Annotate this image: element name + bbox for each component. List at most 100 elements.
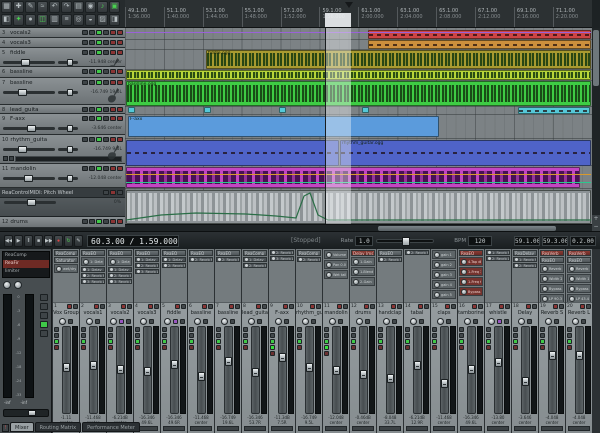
track-panel[interactable]: 3 vocals2	[0, 28, 125, 38]
solo-button[interactable]	[117, 50, 123, 55]
pan-slider[interactable]	[58, 61, 78, 64]
strip-track-name[interactable]: Reverb L	[566, 310, 592, 317]
input-fx-button[interactable]	[324, 345, 329, 350]
env-button[interactable]	[297, 327, 302, 332]
input-arm-button[interactable]	[9, 156, 14, 161]
width-button[interactable]	[392, 319, 397, 324]
monitor-button[interactable]	[316, 304, 321, 309]
settings-icon[interactable]: ◨	[109, 14, 120, 26]
fx-enable-button[interactable]	[405, 339, 410, 344]
io-button[interactable]	[540, 333, 545, 338]
monitor-button[interactable]	[478, 304, 483, 309]
io-button[interactable]	[297, 333, 302, 338]
monitor-button[interactable]	[424, 304, 429, 309]
io-button[interactable]	[243, 333, 248, 338]
media-item[interactable]	[128, 107, 135, 113]
fx-param-knob[interactable]: Reverb 468ms	[567, 264, 591, 273]
phase-button[interactable]	[103, 137, 109, 142]
master-solo-button[interactable]	[40, 303, 48, 310]
marker-icon[interactable]: ◒	[85, 14, 96, 26]
fx-enable-button[interactable]	[378, 339, 383, 344]
fader-thumb[interactable]	[198, 372, 205, 381]
io-bar[interactable]	[244, 426, 266, 431]
env-button[interactable]	[432, 327, 437, 332]
mute-button[interactable]	[110, 219, 116, 224]
master-fader-thumb[interactable]	[28, 410, 36, 416]
phase-button[interactable]	[103, 69, 109, 74]
width-button[interactable]	[95, 319, 100, 324]
track-panel[interactable]: 7 bassline	[0, 78, 125, 105]
fx-slot[interactable]: ReaComp	[243, 250, 267, 256]
strip-track-name[interactable]: vocals3	[134, 310, 160, 317]
docker-icon[interactable]: ◧	[1, 14, 12, 26]
fx-param-knob[interactable]: 1-Blend -26.4	[351, 267, 375, 276]
io-button[interactable]	[82, 40, 88, 45]
pan-thumb[interactable]	[67, 125, 73, 132]
fx-enable-button[interactable]	[297, 339, 302, 344]
fx-param-knob[interactable]: 1-Freq 36	[459, 267, 483, 276]
env-button[interactable]	[567, 327, 572, 332]
strip-track-name[interactable]: Delay	[512, 310, 538, 317]
track-panel[interactable]: 5 fiddle	[0, 48, 125, 67]
env-button[interactable]	[243, 327, 248, 332]
media-item[interactable]	[518, 107, 590, 114]
track-name[interactable]: bassline	[10, 69, 80, 75]
envelope-line[interactable]	[126, 32, 591, 33]
volume-thumb[interactable]	[18, 146, 27, 153]
ripple-edit-icon[interactable]: ▥	[49, 14, 60, 26]
fx-enable-button[interactable]	[81, 339, 86, 344]
fader-thumb[interactable]	[279, 353, 286, 362]
send-slot[interactable]: 2: Revrb S	[189, 257, 213, 262]
volume-fader[interactable]	[467, 326, 476, 414]
env-button[interactable]	[135, 327, 140, 332]
selection-field[interactable]: 59.3.00	[542, 236, 568, 246]
mute-button[interactable]	[297, 345, 302, 350]
go-to-start-button[interactable]: ◀◀	[4, 235, 13, 247]
record-arm-button[interactable]	[310, 304, 315, 309]
track-panel[interactable]: 6 bassline	[0, 67, 125, 78]
width-button[interactable]	[257, 319, 262, 324]
io-bar[interactable]	[325, 426, 347, 431]
track-name[interactable]: F-axx	[10, 116, 80, 122]
mute-button[interactable]	[513, 345, 518, 350]
strip-track-name[interactable]: whistle	[485, 310, 511, 317]
fx-slot[interactable]: ReaEQ	[189, 250, 213, 256]
envelope-thumb[interactable]	[27, 199, 36, 206]
master-pan-knob[interactable]	[3, 281, 11, 289]
solo-button[interactable]	[117, 107, 123, 112]
width-button[interactable]	[504, 319, 509, 324]
mute-button[interactable]	[216, 345, 221, 350]
input-monitor-button[interactable]	[173, 319, 178, 324]
master-mute-button[interactable]	[40, 294, 48, 301]
media-item[interactable]	[368, 40, 591, 49]
master-width-knob[interactable]	[14, 281, 22, 289]
fx-param-knob[interactable]: 2-Gain 2.44	[351, 277, 375, 286]
record-arm-button[interactable]	[553, 304, 558, 309]
mute-button[interactable]	[108, 345, 113, 350]
solo-button[interactable]	[117, 69, 123, 74]
volume-fader[interactable]	[332, 326, 341, 414]
track-name[interactable]: vocals2	[10, 30, 80, 36]
fx-button[interactable]	[96, 137, 102, 142]
io-button[interactable]	[324, 333, 329, 338]
fx-param-knob[interactable]: gain 4	[432, 280, 456, 289]
fader-thumb[interactable]	[522, 377, 529, 386]
send-slot[interactable]: 2: Revrb S	[270, 250, 294, 255]
pan-knob[interactable]	[437, 318, 444, 325]
env-button[interactable]	[89, 30, 95, 35]
fx-enable-button[interactable]	[432, 339, 437, 344]
fx-button[interactable]	[96, 219, 102, 224]
env-button[interactable]	[189, 327, 194, 332]
fx-slot[interactable]: ReaEQ	[162, 250, 186, 256]
fx-button[interactable]	[96, 166, 102, 171]
monitor-button[interactable]	[397, 304, 402, 309]
mute-button[interactable]	[189, 345, 194, 350]
volume-fader[interactable]	[170, 326, 179, 414]
record-arm-button[interactable]	[499, 304, 504, 309]
pan-slider[interactable]	[58, 177, 78, 180]
env-button[interactable]	[89, 219, 95, 224]
fader-thumb[interactable]	[63, 363, 70, 372]
pan-thumb[interactable]	[67, 89, 73, 96]
fx-button[interactable]	[96, 116, 102, 121]
track-panel[interactable]: 8 lead_guita	[0, 105, 125, 114]
